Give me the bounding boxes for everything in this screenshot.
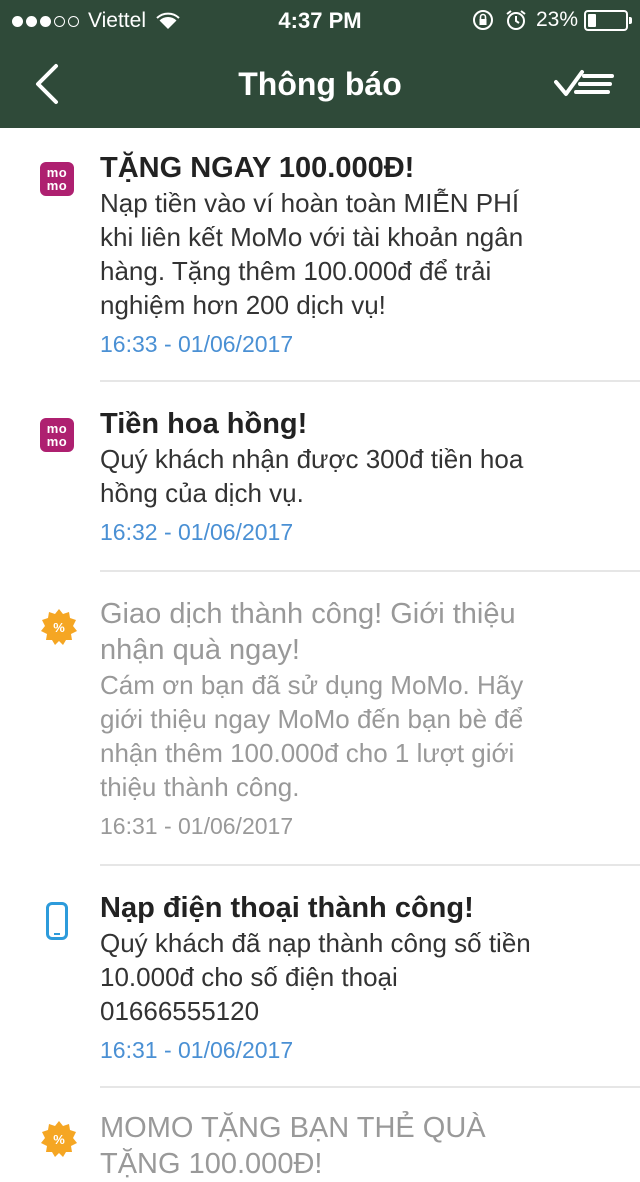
phone-icon [46, 902, 68, 940]
alarm-icon [506, 10, 526, 30]
promo-badge-icon: % [41, 1121, 77, 1157]
momo-logo-icon: mo mo [40, 418, 74, 452]
notification-list: mo mo TẶNG NGAY 100.000Đ! Nạp tiền vào ví… [0, 128, 640, 1182]
battery-icon [584, 9, 632, 31]
battery-percent: 23% [535, 8, 578, 31]
svg-text:%: % [53, 1132, 65, 1147]
status-right: 23% [472, 8, 632, 32]
notification-item[interactable]: mo mo TẶNG NGAY 100.000Đ! Nạp tiền vào ví… [0, 128, 640, 380]
notification-timestamp: 16:33 - 01/06/2017 [100, 331, 294, 357]
page-title: Thông báo [238, 66, 402, 102]
notification-item[interactable]: % MOMO TẶNG BẠN THẺ QUÀ TẶNG 100.000Đ! [0, 1088, 640, 1182]
notification-body: Nạp tiền vào ví hoàn toàn MIỄN PHÍ khi l… [100, 188, 524, 320]
notification-title: TẶNG NGAY 100.000Đ! [100, 152, 415, 184]
promo-badge-icon: % [41, 609, 77, 645]
top-bar: Viettel 4:37 PM 23% Thông báo [0, 0, 640, 128]
notification-body: Cám ơn bạn đã sử dụng MoMo. Hãy giới thi… [100, 670, 524, 802]
momo-logo-icon: mo mo [40, 162, 74, 196]
notification-body: Quý khách đã nạp thành công số tiền 10.0… [100, 928, 531, 1026]
mark-all-read-icon[interactable] [554, 68, 614, 100]
notification-timestamp: 16:32 - 01/06/2017 [100, 519, 294, 545]
notification-item[interactable]: mo mo Tiền hoa hồng! Quý khách nhận được … [0, 382, 640, 570]
svg-text:%: % [53, 620, 65, 635]
notification-item[interactable]: % Giao dịch thành công! Giới thiệu nhận … [0, 572, 640, 864]
notification-timestamp: 16:31 - 01/06/2017 [100, 1037, 294, 1063]
notification-title: Nạp điện thoại thành công! [100, 892, 474, 924]
notification-body: Quý khách nhận được 300đ tiền hoa hồng c… [100, 444, 524, 508]
navigation-bar: Thông báo [0, 40, 640, 128]
notification-title: Giao dịch thành công! Giới thiệu nhận qu… [100, 598, 516, 666]
notification-title: Tiền hoa hồng! [100, 408, 308, 440]
notification-title: MOMO TẶNG BẠN THẺ QUÀ TẶNG 100.000Đ! [100, 1112, 486, 1180]
notification-item[interactable]: Nạp điện thoại thành công! Quý khách đã … [0, 866, 640, 1086]
status-bar: Viettel 4:37 PM 23% [0, 0, 640, 40]
notification-timestamp: 16:31 - 01/06/2017 [100, 813, 294, 839]
rotation-lock-icon [472, 10, 493, 30]
